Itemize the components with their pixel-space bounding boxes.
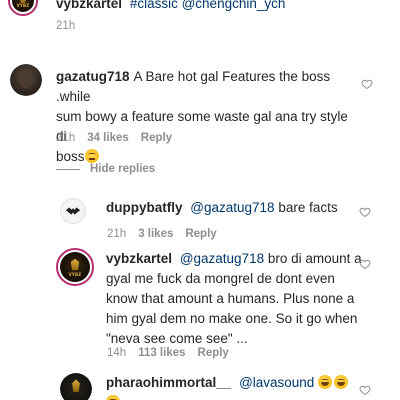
comment-time[interactable]: 14h — [107, 347, 126, 359]
likes-count[interactable]: 3 likes — [138, 228, 173, 240]
comment-top: vybzkartel #classic @chengchin_ych — [56, 0, 356, 14]
mention-link[interactable]: @chengchin_ych — [182, 0, 286, 11]
like-heart-icon[interactable] — [359, 258, 371, 270]
comment-username[interactable]: pharaohimmortal__ — [106, 375, 231, 390]
avatar-vybzkartel-top[interactable]: VYBZ — [8, 0, 38, 16]
likes-count[interactable]: 113 likes — [138, 347, 185, 359]
like-heart-icon[interactable] — [359, 384, 371, 396]
divider — [56, 168, 80, 170]
hide-replies-toggle[interactable]: Hide replies — [56, 163, 155, 175]
reply-pharaohimmortal: pharaohimmortal__ @lavasound — [106, 373, 366, 400]
mention-link[interactable]: @gazatug718 — [180, 251, 264, 266]
comment-username[interactable]: duppybatfly — [106, 200, 183, 215]
comment-text-line: gyal me fuck da mongrel de dont even — [106, 271, 335, 286]
comment-text-line: "neva see come see" ... — [106, 331, 248, 346]
comment-username[interactable]: vybzkartel — [106, 251, 172, 266]
reply-duppybatfly: duppybatfly @gazatug718 bare facts — [106, 198, 356, 218]
reply-button[interactable]: Reply — [198, 347, 229, 359]
comment-text-line: bro di amount a — [267, 251, 362, 266]
comment-meta: 14h 113 likes Reply — [107, 347, 229, 359]
comment-time[interactable]: 21h — [107, 228, 126, 240]
reply-button[interactable]: Reply — [141, 132, 172, 144]
comment-meta: 21h 34 likes Reply — [56, 132, 172, 144]
like-heart-icon[interactable] — [361, 78, 373, 90]
comment-text: bare facts — [278, 200, 338, 215]
like-heart-icon[interactable] — [359, 206, 371, 218]
hashtag-link[interactable]: #classic — [130, 0, 178, 11]
reply-button[interactable]: Reply — [185, 228, 216, 240]
comment-username[interactable]: gazatug718 — [56, 69, 130, 84]
thinking-face-icon — [84, 149, 99, 163]
avatar-gazatug718[interactable] — [10, 64, 42, 96]
avatar-vybzkartel[interactable]: VYBZ — [56, 248, 94, 286]
avatar-duppybatfly[interactable] — [60, 198, 86, 224]
reply-vybzkartel: vybzkartel @gazatug718 bro di amount a g… — [106, 249, 366, 349]
mention-link[interactable]: @gazatug718 — [190, 200, 274, 215]
comment-meta: 21h — [56, 20, 75, 32]
comment-meta: 21h 3 likes Reply — [107, 228, 217, 240]
comment-time[interactable]: 21h — [56, 132, 75, 144]
mention-link[interactable]: @lavasound — [239, 375, 314, 390]
comment-gazatug718: gazatug718 A Bare hot gal Features the bo… — [56, 67, 356, 167]
grinning-sweat-face-icon — [106, 395, 120, 400]
comment-text-line: know that amount a humans. Plus none a — [106, 291, 355, 306]
comment-text-line: him gyal dem no make one. So it go when — [106, 311, 358, 326]
hide-replies-label[interactable]: Hide replies — [90, 163, 155, 175]
avatar-pharaohimmortal[interactable] — [60, 373, 92, 400]
comment-text-line: boss — [56, 149, 85, 164]
grinning-sweat-face-icon — [334, 375, 349, 389]
likes-count[interactable]: 34 likes — [87, 132, 129, 144]
grinning-sweat-face-icon — [318, 375, 333, 389]
comment-username[interactable]: vybzkartel — [56, 0, 122, 11]
comment-time[interactable]: 21h — [56, 20, 75, 32]
